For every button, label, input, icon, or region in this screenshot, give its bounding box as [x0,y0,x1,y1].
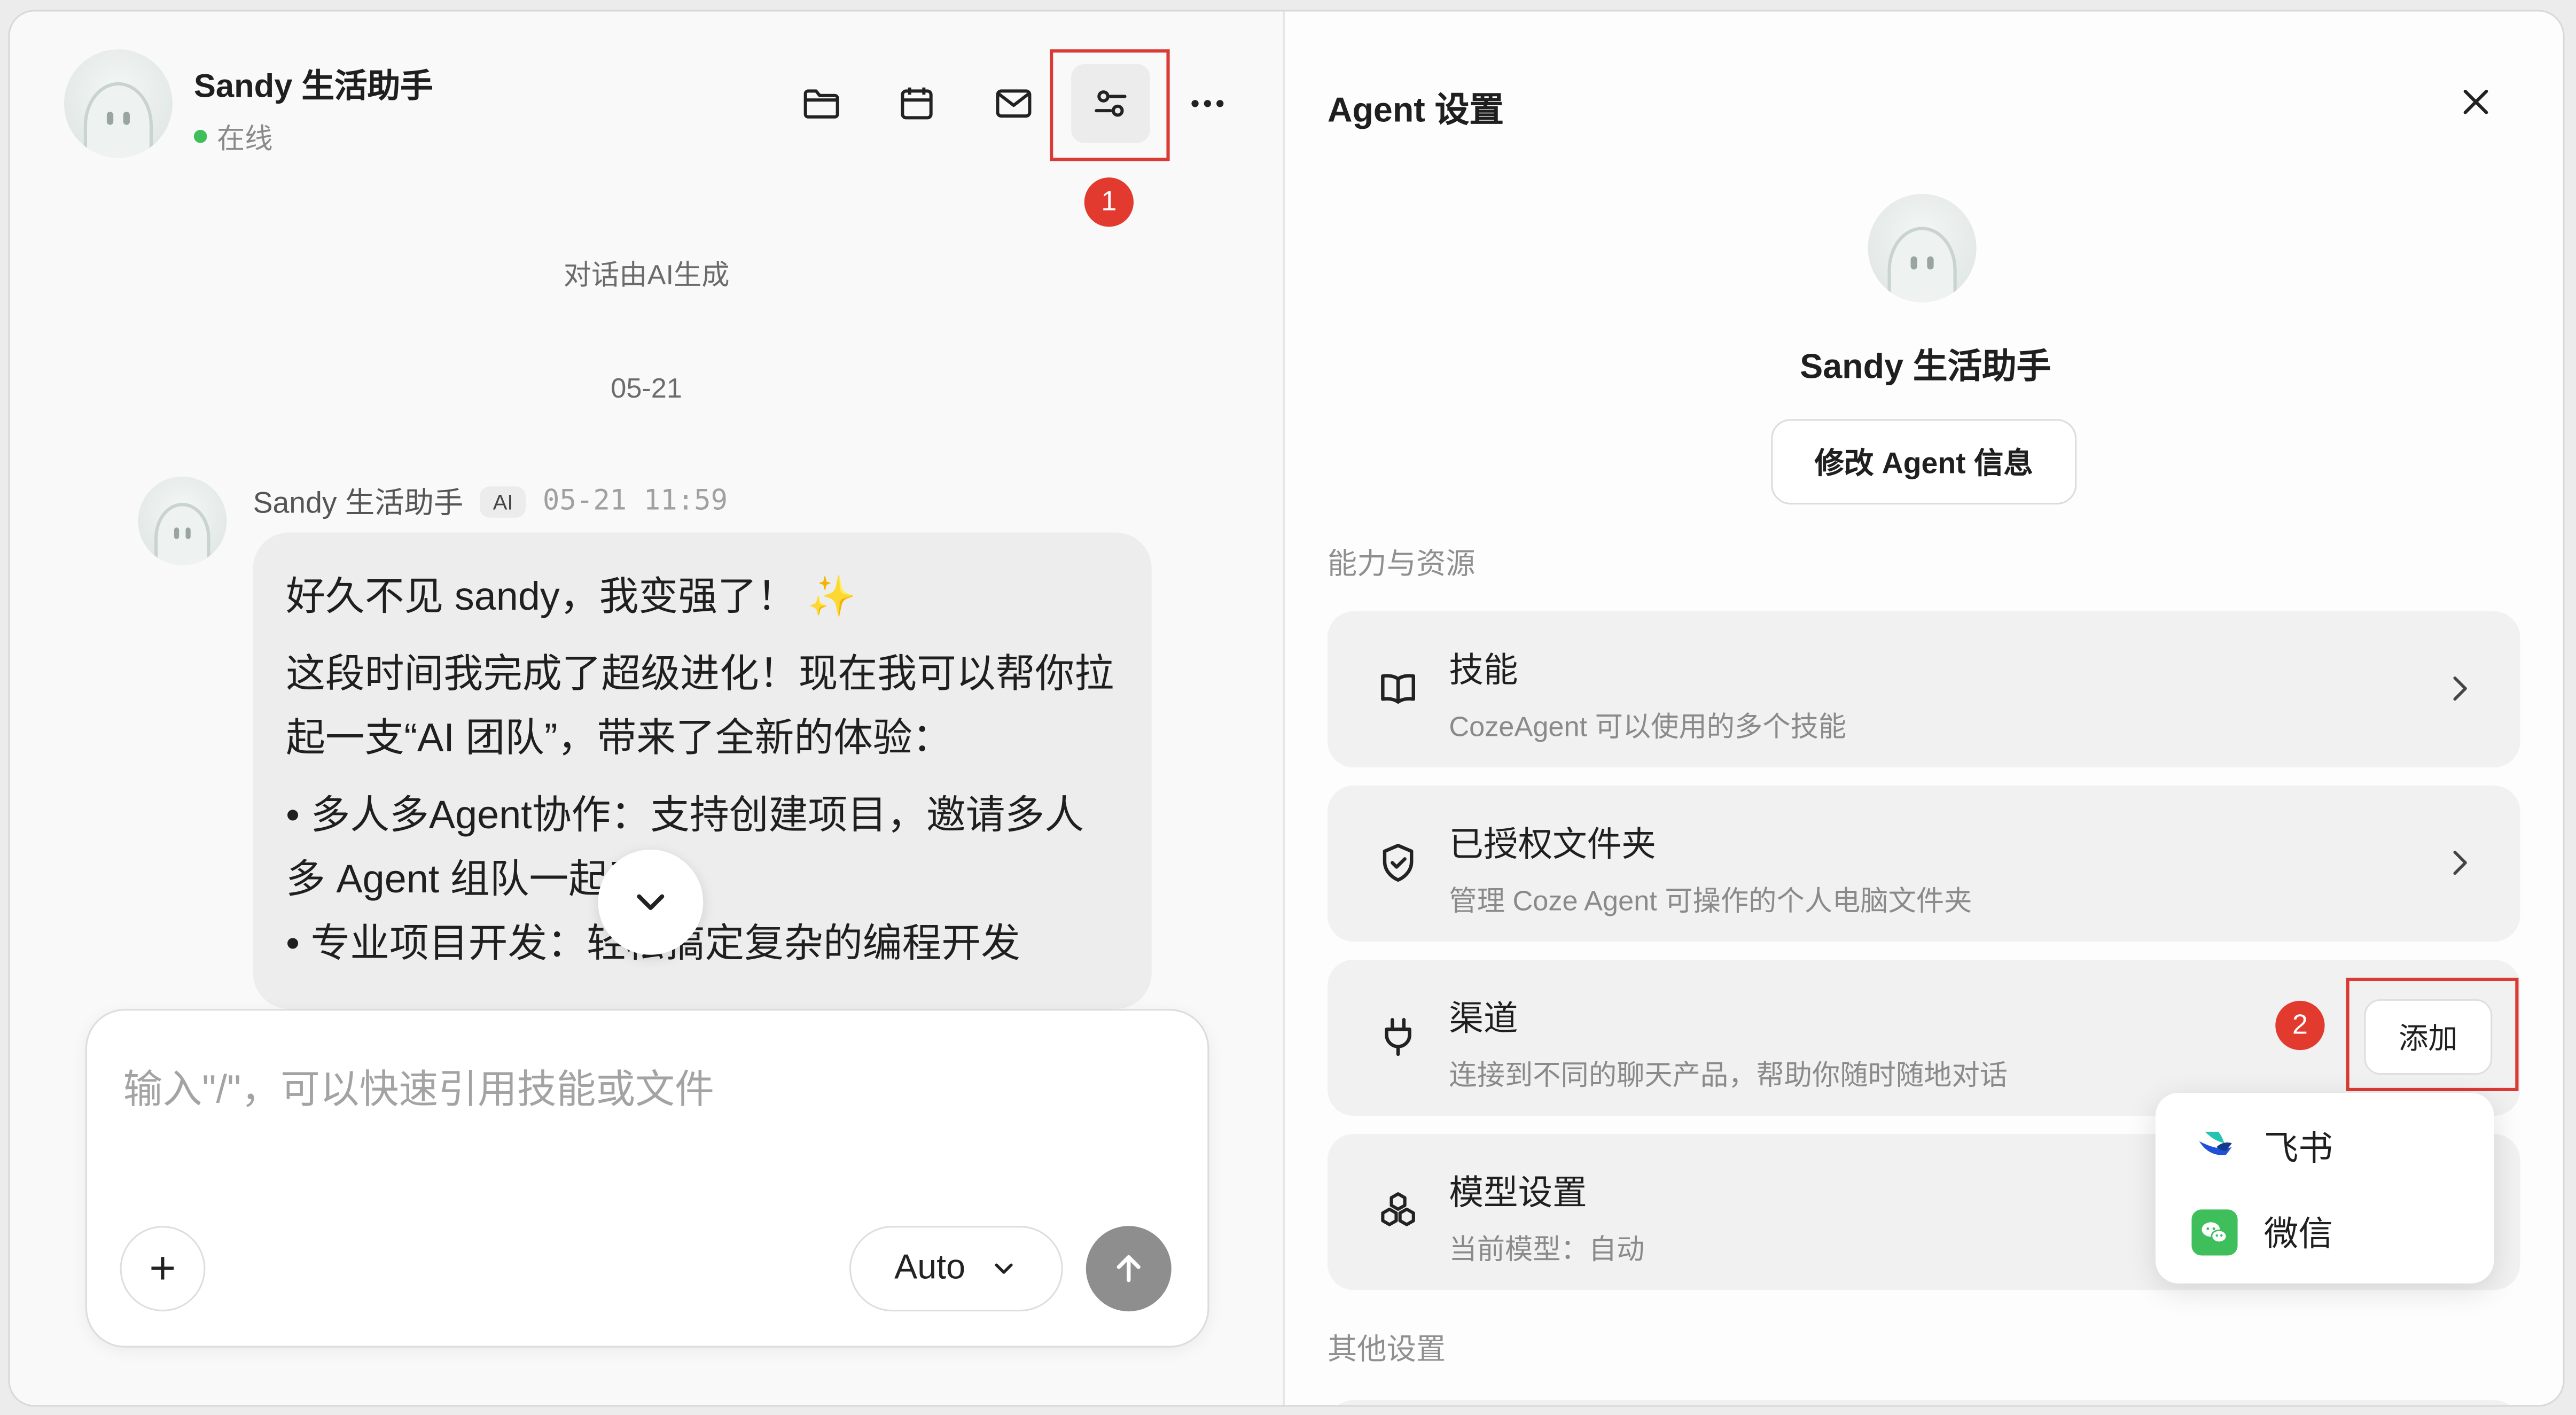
agent-avatar[interactable] [64,49,173,158]
shield-check-icon [1373,838,1423,887]
app-stage: Sandy 生活助手 在线 1 对话由AI生成 05-21 Sandy 生活助手… [0,0,2576,1415]
add-highlight-box [2346,977,2519,1091]
feishu-label: 飞书 [2263,1130,2333,1169]
online-status: 在线 [193,115,273,156]
ai-badge: AI [480,485,527,517]
plug-icon [1373,1012,1423,1061]
more-button[interactable] [1180,75,1236,131]
folder-icon [803,89,839,119]
sparkle-icon: ✨ [807,575,857,620]
edit-agent-info-button[interactable]: 修改 Agent 信息 [1771,419,2077,505]
message-line: 好久不见 sandy，我变强了！ ✨ [286,565,1119,629]
chevron-down-icon [994,1263,1012,1274]
close-icon [2463,89,2488,114]
app-window: Sandy 生活助手 在线 1 对话由AI生成 05-21 Sandy 生活助手… [8,10,2565,1407]
mail-icon [996,89,1032,118]
ai-generated-note: 对话由AI生成 [563,259,730,291]
channels-subtitle: 连接到不同的聊天产品，帮助你随时随地对话 [1449,1060,2008,1091]
wechat-label: 微信 [2263,1216,2333,1254]
status-text: 在线 [216,123,273,155]
message-sender: Sandy 生活助手 [253,486,464,519]
folders-title: 已授权文件夹 [1449,826,1656,865]
message-time: 05-21 11:59 [542,485,728,518]
chevron-down-icon [637,894,665,911]
calendar-icon [901,87,933,120]
plus-icon: + [149,1242,176,1294]
message-composer[interactable]: 输入"/"，可以快速引用技能或文件 + Auto [85,1009,1209,1348]
message-avatar[interactable] [138,476,227,565]
agent-name: Sandy 生活助手 [193,69,433,105]
step-2-badge: 2 [2275,1000,2325,1051]
book-icon [1373,664,1423,713]
cubes-icon [1373,1186,1423,1235]
scroll-to-bottom-button[interactable] [598,849,704,955]
message-greeting: 好久不见 sandy，我变强了！ [286,575,797,620]
skills-title: 技能 [1449,652,1518,690]
other-settings-card[interactable] [1327,1400,2520,1405]
section-other-label: 其他设置 [1327,1333,1446,1366]
settings-agent-avatar [1868,193,1977,302]
channels-title: 渠道 [1449,1000,1518,1039]
skills-subtitle: CozeAgent 可以使用的多个技能 [1449,711,1847,743]
send-button[interactable] [1086,1226,1172,1312]
step-1-badge: 1 [1084,177,1134,227]
message-bullet: • 专业项目开发：轻松搞定复杂的编程开发 [286,922,1020,967]
composer-placeholder[interactable]: 输入"/"，可以快速引用技能或文件 [123,1056,714,1114]
more-icon [1191,100,1224,107]
folders-subtitle: 管理 Coze Agent 可操作的个人电脑文件夹 [1449,885,1972,918]
chevron-right-icon [2453,850,2467,875]
mail-button[interactable] [986,75,1042,131]
section-resources-label: 能力与资源 [1327,547,1476,580]
chat-panel: Sandy 生活助手 在线 1 对话由AI生成 05-21 Sandy 生活助手… [10,11,1283,1405]
channel-option-feishu[interactable]: 飞书 [2191,1122,2333,1171]
settings-highlight-box [1050,49,1170,161]
skills-card[interactable]: 技能 CozeAgent 可以使用的多个技能 [1327,611,2520,768]
calendar-button[interactable] [889,75,945,131]
message-paragraph: 这段时间我完成了超级进化！现在我可以帮你拉起一支“AI 团队”，带来了全新的体验… [286,652,1114,761]
attach-button[interactable]: + [120,1226,206,1312]
settings-agent-name: Sandy 生活助手 [1800,348,2051,386]
close-settings-button[interactable] [2454,81,2497,123]
model-subtitle: 当前模型：自动 [1449,1234,1645,1265]
feishu-icon [2191,1124,2237,1170]
model-select-label: Auto [894,1249,966,1287]
online-dot-icon [193,129,207,143]
folder-button[interactable] [793,75,849,131]
model-title: 模型设置 [1449,1175,1587,1213]
message-bubble: 好久不见 sandy，我变强了！ ✨ 这段时间我完成了超级进化！现在我可以帮你拉… [253,532,1152,1009]
channel-option-wechat[interactable]: 微信 [2191,1208,2333,1257]
channel-dropdown: 飞书 微信 [2155,1093,2494,1284]
settings-title: Agent 设置 [1327,92,1504,130]
model-select[interactable]: Auto [849,1226,1063,1312]
agent-settings-panel: Agent 设置 Sandy 生活助手 修改 Agent 信息 能力与资源 技能… [1284,11,2563,1405]
wechat-icon [2191,1209,2238,1256]
message-header: Sandy 生活助手 AI 05-21 11:59 [253,480,728,523]
arrow-up-icon [1117,1255,1141,1282]
authorized-folders-card[interactable]: 已授权文件夹 管理 Coze Agent 可操作的个人电脑文件夹 [1327,785,2520,942]
chevron-right-icon [2453,676,2467,701]
date-divider: 05-21 [611,373,682,405]
